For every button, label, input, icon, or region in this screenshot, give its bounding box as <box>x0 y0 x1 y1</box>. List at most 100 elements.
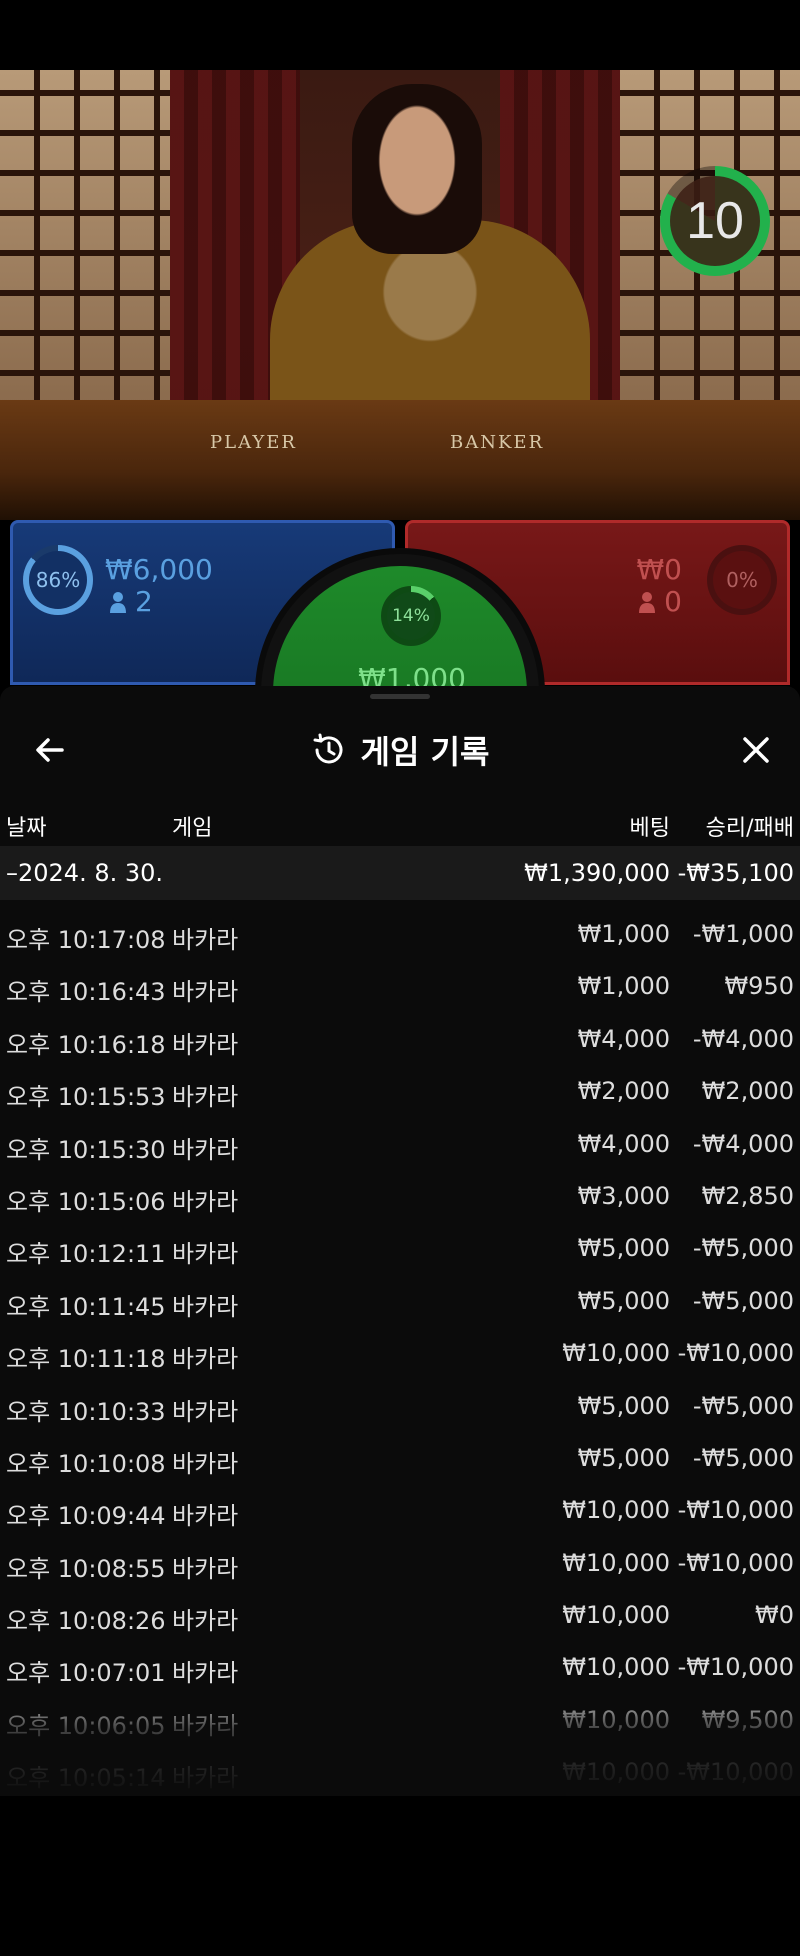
row-game: 바카라 <box>172 1187 239 1216</box>
row-time: 오후 10:15:06 <box>6 1187 166 1216</box>
row-game: 바카라 <box>172 1449 239 1478</box>
row-result: -₩5,000 <box>692 1391 794 1420</box>
column-headers: 날짜 게임 베팅 승리/패배 <box>0 802 800 846</box>
row-time: 오후 10:17:08 <box>6 926 166 954</box>
list-fade-overlay <box>0 1686 800 1796</box>
live-video: PLAYER BANKER 10 <box>0 70 800 520</box>
col-date: 날짜 <box>6 816 47 841</box>
close-button[interactable] <box>732 726 780 774</box>
history-clock-icon <box>313 733 343 764</box>
history-row[interactable]: 오후 10:17:08 바카라 ₩1,000 -₩1,000 <box>0 910 800 962</box>
row-game: 바카라 <box>172 978 239 1007</box>
row-game: 바카라 <box>172 1554 239 1583</box>
row-result: -₩5,000 <box>692 1234 794 1263</box>
row-game: 바카라 <box>172 1135 239 1164</box>
row-game: 바카라 <box>172 1292 239 1321</box>
row-time: 오후 10:08:55 <box>6 1554 166 1583</box>
col-bet: 베팅 <box>629 816 670 841</box>
row-game: 바카라 <box>172 1397 239 1426</box>
row-bet: ₩5,000 <box>577 1391 670 1420</box>
row-bet: ₩5,000 <box>577 1234 670 1263</box>
row-result: -₩10,000 <box>677 1339 794 1368</box>
row-bet: ₩10,000 <box>562 1496 670 1525</box>
row-time: 오후 10:12:11 <box>6 1240 166 1269</box>
row-result: ₩0 <box>755 1601 794 1630</box>
sheet-grab-handle[interactable] <box>370 694 430 699</box>
banker-bet-amount: ₩0 <box>636 553 683 586</box>
row-game: 바카라 <box>172 1345 239 1374</box>
row-bet: ₩1,000 <box>577 972 670 1001</box>
row-time: 오후 10:16:18 <box>6 1030 166 1059</box>
date-group-row[interactable]: –2024. 8. 30. ₩1,390,000 -₩35,100 <box>0 846 800 900</box>
row-game: 바카라 <box>172 926 239 954</box>
bottom-area <box>0 1796 800 1956</box>
history-row[interactable]: 오후 10:08:26 바카라 ₩10,000 ₩0 <box>0 1591 800 1643</box>
col-game: 게임 <box>172 816 213 841</box>
row-result: -₩5,000 <box>692 1443 794 1472</box>
tie-percent-ring: 14% <box>381 586 441 646</box>
date-group-label: –2024. 8. 30. <box>6 859 164 887</box>
row-bet: ₩10,000 <box>562 1548 670 1577</box>
row-game: 바카라 <box>172 1083 239 1112</box>
history-row[interactable]: 오후 10:15:30 바카라 ₩4,000 -₩4,000 <box>0 1120 800 1172</box>
history-row[interactable]: 오후 10:09:44 바카라 ₩10,000 -₩10,000 <box>0 1486 800 1538</box>
row-result: ₩2,850 <box>701 1181 794 1210</box>
history-row[interactable]: 오후 10:11:18 바카라 ₩10,000 -₩10,000 <box>0 1329 800 1381</box>
row-game: 바카라 <box>172 1659 239 1688</box>
history-row[interactable]: 오후 10:10:33 바카라 ₩5,000 -₩5,000 <box>0 1382 800 1434</box>
history-row[interactable]: 오후 10:16:18 바카라 ₩4,000 -₩4,000 <box>0 1015 800 1067</box>
row-bet: ₩5,000 <box>577 1286 670 1315</box>
row-bet: ₩3,000 <box>577 1181 670 1210</box>
baccarat-table <box>0 400 800 520</box>
row-game: 바카라 <box>172 1030 239 1059</box>
history-row[interactable]: 오후 10:11:45 바카라 ₩5,000 -₩5,000 <box>0 1277 800 1329</box>
history-row[interactable]: 오후 10:15:53 바카라 ₩2,000 ₩2,000 <box>0 1067 800 1119</box>
history-row[interactable]: 오후 10:08:55 바카라 ₩10,000 -₩10,000 <box>0 1539 800 1591</box>
row-result: -₩10,000 <box>677 1496 794 1525</box>
person-icon <box>110 591 126 613</box>
row-game: 바카라 <box>172 1607 239 1636</box>
banker-percent: 0% <box>713 551 771 609</box>
row-bet: ₩4,000 <box>577 1024 670 1053</box>
player-count-value: 2 <box>135 585 153 618</box>
row-time: 오후 10:10:33 <box>6 1397 166 1426</box>
status-bar <box>0 0 800 70</box>
row-game: 바카라 <box>172 1502 239 1531</box>
history-list: 오후 10:17:08 바카라 ₩1,000 -₩1,000 오후 10:16:43 바카… <box>0 910 800 1796</box>
row-time: 오후 10:11:18 <box>6 1345 166 1374</box>
sheet-title: 게임 기록 <box>360 733 490 771</box>
row-bet: ₩4,000 <box>577 1129 670 1158</box>
row-result: -₩5,000 <box>692 1286 794 1315</box>
row-time: 오후 10:10:08 <box>6 1449 166 1478</box>
dealer-head <box>352 84 482 254</box>
row-bet: ₩10,000 <box>562 1339 670 1368</box>
row-result: -₩4,000 <box>692 1024 794 1053</box>
close-icon <box>743 737 769 763</box>
date-group-bet-total: ₩1,390,000 <box>524 859 670 887</box>
col-result: 승리/패배 <box>705 816 794 841</box>
player-count: 2 <box>109 585 153 618</box>
player-percent: 86% <box>29 551 87 609</box>
row-bet: ₩1,000 <box>577 920 670 948</box>
banker-count-value: 0 <box>664 585 682 618</box>
date-group-result-total: -₩35,100 <box>677 859 794 887</box>
row-result: -₩1,000 <box>692 920 794 948</box>
history-row[interactable]: 오후 10:15:06 바카라 ₩3,000 ₩2,850 <box>0 1172 800 1224</box>
row-result: -₩4,000 <box>692 1129 794 1158</box>
row-time: 오후 10:07:01 <box>6 1659 166 1688</box>
row-result: ₩950 <box>724 972 794 1001</box>
person-icon <box>639 591 656 613</box>
history-row[interactable]: 오후 10:16:43 바카라 ₩1,000 ₩950 <box>0 962 800 1014</box>
row-bet: ₩2,000 <box>577 1077 670 1106</box>
player-percent-ring: 86% <box>23 545 93 615</box>
row-result: ₩2,000 <box>701 1077 794 1106</box>
sheet-header: 게임 기록 <box>0 706 800 796</box>
banker-count: 0 <box>638 585 682 618</box>
row-bet: ₩10,000 <box>562 1601 670 1630</box>
tie-percent: 14% <box>387 592 435 640</box>
history-row[interactable]: 오후 10:12:11 바카라 ₩5,000 -₩5,000 <box>0 1224 800 1276</box>
row-bet: ₩10,000 <box>562 1653 670 1682</box>
history-row[interactable]: 오후 10:10:08 바카라 ₩5,000 -₩5,000 <box>0 1434 800 1486</box>
row-bet: ₩5,000 <box>577 1443 670 1472</box>
row-time: 오후 10:15:53 <box>6 1083 166 1112</box>
